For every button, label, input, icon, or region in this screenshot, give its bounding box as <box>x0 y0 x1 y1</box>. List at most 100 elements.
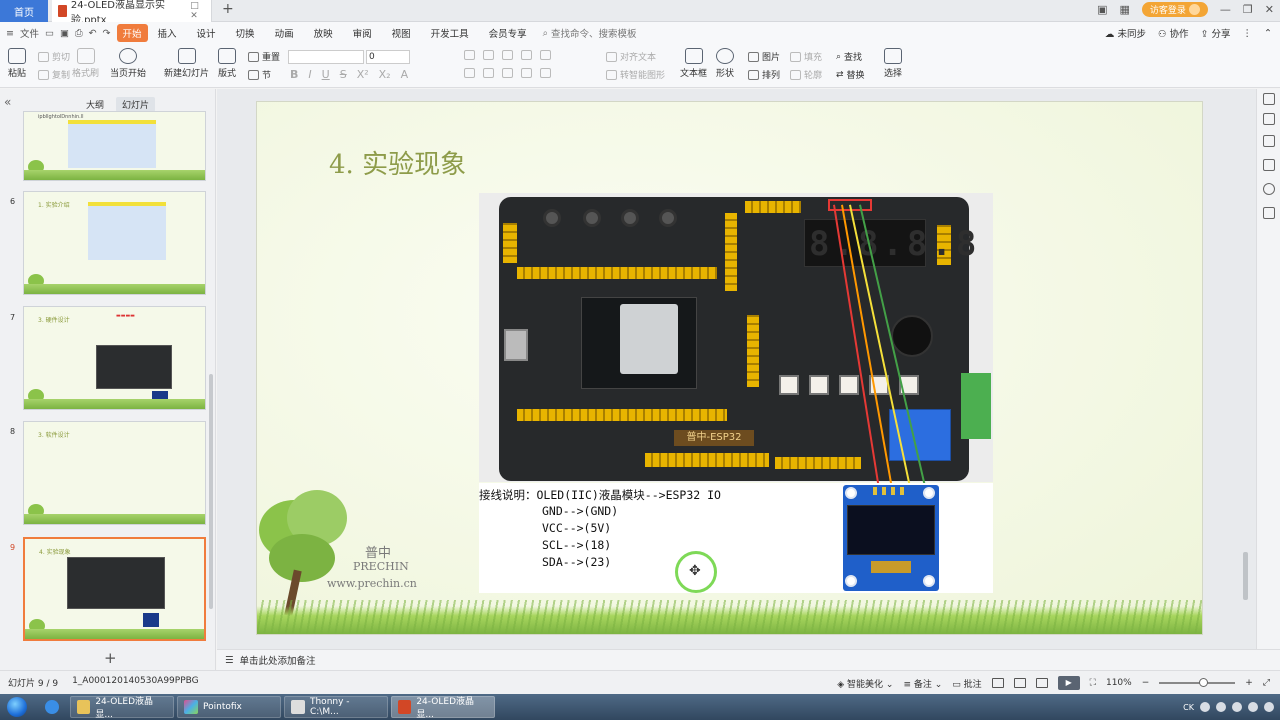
textbox-button[interactable]: 文本框 <box>680 48 707 79</box>
menu-review[interactable]: 审阅 <box>343 26 382 40</box>
menu-insert[interactable]: 插入 <box>148 26 187 40</box>
find-button[interactable]: ⌕ 查找 <box>836 50 862 64</box>
share-button[interactable]: ⇪ 分享 <box>1201 26 1231 40</box>
tab-home[interactable]: 首页 <box>0 0 48 22</box>
picture-button[interactable]: 图片 <box>748 50 780 63</box>
zoom-slider-knob[interactable] <box>1199 678 1209 687</box>
arrange-button[interactable]: 排列 <box>748 68 780 81</box>
chevron-up-icon[interactable] <box>1263 93 1275 105</box>
play-from-current-button[interactable]: 当页开始 <box>110 48 146 79</box>
tab-close-icon[interactable]: □ ✕ <box>190 1 207 21</box>
taskbar-folder[interactable]: 24-OLED液晶显... <box>70 696 174 720</box>
line-spacing-icon[interactable] <box>540 50 551 60</box>
sorter-view-icon[interactable] <box>1013 678 1026 688</box>
normal-view-icon[interactable] <box>991 678 1004 688</box>
distribute-icon[interactable] <box>540 68 551 78</box>
collapse-panel-icon[interactable]: « <box>4 95 11 109</box>
slide-thumbnail-5[interactable]: ipbllghtolDnnhin.ll <box>23 111 206 181</box>
grid-icon[interactable]: ▦ <box>1119 3 1129 16</box>
menu-file[interactable]: 文件 <box>20 26 39 40</box>
new-tab-plus-icon[interactable]: + <box>222 1 234 17</box>
layout-button[interactable]: 版式 <box>218 48 236 79</box>
slideshow-play-button[interactable]: ▶ <box>1057 676 1080 690</box>
numbering-icon[interactable] <box>483 50 494 60</box>
menu-transitions[interactable]: 切换 <box>226 26 265 40</box>
ime-indicator[interactable]: CK <box>1183 703 1194 712</box>
open-icon[interactable]: ▭ <box>45 28 54 39</box>
outline-button[interactable]: 轮廓 <box>790 68 822 81</box>
replace-button[interactable]: ⇄ 替换 <box>836 68 865 82</box>
minimize-icon[interactable]: — <box>1220 3 1231 16</box>
zoom-in-icon[interactable]: + <box>1245 678 1253 688</box>
panel-scrollbar[interactable] <box>209 374 213 609</box>
bold-icon[interactable]: B <box>290 68 298 81</box>
collapse-ribbon-icon[interactable]: ⌃ <box>1264 28 1272 39</box>
zoom-level[interactable]: 110% <box>1106 678 1132 688</box>
slide-title[interactable]: 4. 实验现象 <box>329 144 466 181</box>
align-right-icon[interactable] <box>502 68 513 78</box>
unsynced-button[interactable]: ☁ 未同步 <box>1105 26 1146 40</box>
menu-design[interactable]: 设计 <box>187 26 226 40</box>
notes-toggle-button[interactable]: ≡ 备注 ⌄ <box>903 677 942 690</box>
subscript-icon[interactable]: X₂ <box>379 68 391 81</box>
menu-developer[interactable]: 开发工具 <box>421 26 479 40</box>
superscript-icon[interactable]: X² <box>357 68 369 81</box>
slide-thumbnail-6[interactable]: 1. 实验介绍 <box>23 191 206 295</box>
smart-beautify-button[interactable]: ◈ 智能美化 ⌄ <box>837 677 893 690</box>
shape-button[interactable]: 形状 <box>716 48 734 79</box>
taskbar-thonny[interactable]: Thonny - C:\M... <box>284 696 388 718</box>
slide-thumbnail-7[interactable]: 3. 硬件设计 ▬▬▬▬ <box>23 306 206 410</box>
canvas-scroll-thumb[interactable] <box>1243 552 1248 600</box>
align-left-icon[interactable] <box>464 68 475 78</box>
menu-home[interactable]: 开始 <box>116 24 148 42</box>
font-color-icon[interactable]: A <box>401 68 409 81</box>
slide-thumbnail-9[interactable]: 4. 实验现象 <box>23 537 206 641</box>
add-slide-plus-icon[interactable]: + <box>104 649 117 667</box>
tray-icon[interactable] <box>1200 702 1210 712</box>
outdent-icon[interactable] <box>521 50 532 60</box>
tab-outline[interactable]: 大纲 <box>80 97 110 112</box>
adjust-icon[interactable] <box>1263 113 1275 125</box>
cut-button[interactable]: 剪切 <box>38 50 70 63</box>
notes-bar[interactable]: ☰ 单击此处添加备注 <box>217 649 1280 670</box>
strike-icon[interactable]: S <box>340 68 347 81</box>
font-family-select[interactable] <box>288 50 364 64</box>
section-button[interactable]: 节 <box>248 68 271 81</box>
redo-icon[interactable]: ↷ <box>103 28 111 39</box>
pin-icon[interactable] <box>1263 135 1275 147</box>
format-painter-button[interactable]: 格式刷 <box>72 48 99 79</box>
menu-slideshow[interactable]: 放映 <box>304 26 343 40</box>
notes-placeholder[interactable]: 单击此处添加备注 <box>240 653 316 667</box>
tray-icon[interactable] <box>1216 702 1226 712</box>
menu-member[interactable]: 会员专享 <box>479 26 537 40</box>
zoom-out-icon[interactable]: − <box>1142 678 1150 688</box>
reset-button[interactable]: 重置 <box>248 50 280 63</box>
taskbar-pointofix[interactable]: Pointofix <box>177 696 281 718</box>
esp32-board-photo[interactable]: 8.8.8.8 普中-ESP32 <box>479 193 993 492</box>
copy-button[interactable]: 复制 <box>38 68 70 81</box>
tab-document[interactable]: 24-OLED液晶显示实验.pptx □ ✕ <box>52 0 212 26</box>
restore-icon[interactable]: ❐ <box>1243 3 1253 16</box>
print-icon[interactable]: ⎙ <box>75 28 83 39</box>
layout-icon[interactable]: ▣ <box>1097 3 1107 16</box>
taskbar-wps[interactable]: 24-OLED液晶显... <box>391 696 495 720</box>
underline-icon[interactable]: U <box>322 68 330 81</box>
taskbar-browser[interactable] <box>37 696 67 718</box>
comments-button[interactable]: ▭ 批注 <box>952 677 981 690</box>
close-icon[interactable]: ✕ <box>1265 3 1274 16</box>
help-icon[interactable] <box>1263 183 1275 195</box>
tab-slides[interactable]: 幻灯片 <box>116 97 156 112</box>
justify-icon[interactable] <box>521 68 532 78</box>
tray-icon[interactable] <box>1248 702 1258 712</box>
select-button[interactable]: 选择 <box>884 48 902 79</box>
new-slide-button[interactable]: 新建幻灯片 <box>164 48 209 79</box>
oled-module-photo[interactable] <box>843 483 993 593</box>
save-icon[interactable]: ▣ <box>60 28 69 39</box>
tray-icon[interactable] <box>1264 702 1274 712</box>
zoom-slider[interactable] <box>1159 678 1236 687</box>
collaborate-button[interactable]: ⚇ 协作 <box>1158 26 1189 40</box>
wiring-description[interactable]: 接线说明：OLED(IIC)液晶模块-->ESP32 IO GND-->(GND… <box>479 483 849 593</box>
indent-icon[interactable] <box>502 50 513 60</box>
slides-icon[interactable] <box>1263 159 1275 171</box>
tray-icon[interactable] <box>1232 702 1242 712</box>
